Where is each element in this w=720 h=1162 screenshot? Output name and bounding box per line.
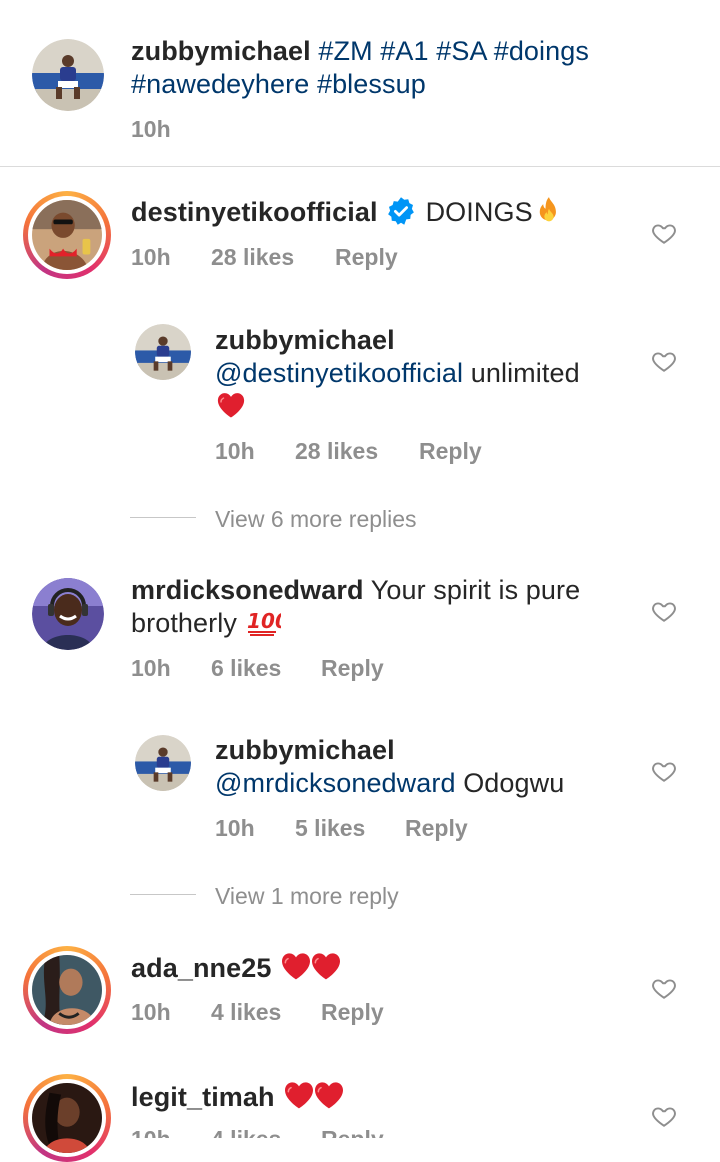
caption-time: 10h (131, 116, 171, 142)
hashtag[interactable]: #A1 (380, 36, 428, 66)
hashtag[interactable]: #nawedeyhere (131, 69, 309, 99)
comment-username[interactable]: ada_nne25 (131, 953, 271, 983)
caption-username[interactable]: zubbymichael (131, 36, 311, 66)
comment-text: legit_timah (131, 1079, 346, 1114)
reply-button[interactable]: Reply (321, 655, 384, 682)
likes-count[interactable]: 28 likes (295, 438, 378, 465)
comment-body: Your spirit is pure (370, 575, 581, 605)
avatar[interactable] (135, 735, 191, 791)
reply-body: Odogwu (463, 768, 565, 798)
avatar[interactable] (32, 39, 104, 111)
like-heart-icon[interactable] (651, 598, 677, 624)
comment-username[interactable]: mrdicksonedward (131, 575, 364, 605)
likes-count[interactable]: 4 likes (211, 1126, 281, 1138)
verified-badge-icon (387, 197, 414, 225)
comment-text: destinyetikoofficial DOINGS (131, 196, 563, 229)
reply-button[interactable]: Reply (321, 1126, 384, 1138)
divider (0, 166, 720, 167)
comment-meta: 10h 4 likes Reply (131, 1126, 531, 1138)
reply-button[interactable]: Reply (321, 999, 384, 1026)
svg-text:100: 100 (247, 609, 281, 633)
like-heart-icon[interactable] (651, 348, 677, 374)
comment-time: 10h (131, 244, 171, 270)
comment-text: mrdicksonedward Your spirit is pure brot… (131, 574, 631, 640)
reply-meta: 10h 28 likes Reply (215, 438, 615, 468)
avatar-photo-icon (32, 578, 104, 650)
avatar-story-ring[interactable] (23, 946, 111, 1034)
comment-body: DOINGS (425, 197, 533, 227)
reply-body: unlimited (470, 358, 580, 388)
comment-meta: 10h 4 likes Reply (131, 999, 531, 1029)
view-more-replies[interactable]: View 6 more replies (215, 506, 417, 533)
mention[interactable]: @mrdicksonedward (215, 768, 456, 798)
like-heart-icon[interactable] (651, 975, 677, 1001)
avatar-photo-icon (32, 955, 102, 1025)
comment-time: 10h (131, 1126, 171, 1138)
likes-count[interactable]: 4 likes (211, 999, 281, 1026)
comment-text: ada_nne25 (131, 950, 343, 985)
reply-text: zubbymichael @destinyetikoofficial unlim… (215, 324, 635, 423)
red-heart-emoji-icon (309, 950, 343, 982)
avatar[interactable] (32, 578, 104, 650)
fire-emoji-icon (539, 197, 556, 222)
mention[interactable]: @destinyetikoofficial (215, 358, 463, 388)
caption-text: zubbymichael #ZM #A1 #SA #doings #nawede… (131, 35, 691, 101)
red-heart-emoji-icon (279, 950, 313, 982)
reply-meta: 10h 5 likes Reply (215, 815, 615, 845)
hashtag[interactable]: #blessup (317, 69, 426, 99)
hashtag[interactable]: #ZM (318, 36, 372, 66)
comment-username[interactable]: legit_timah (131, 1082, 275, 1112)
reply-button[interactable]: Reply (405, 815, 468, 842)
avatar-story-ring[interactable] (23, 191, 111, 279)
red-heart-emoji-icon (282, 1079, 316, 1111)
reply-time: 10h (215, 438, 255, 464)
avatar-photo-icon (135, 324, 191, 380)
red-heart-emoji-icon (215, 390, 247, 420)
reply-username[interactable]: zubbymichael (215, 325, 395, 355)
reply-button[interactable]: Reply (335, 244, 398, 271)
hundred-points-emoji-icon: 100 (247, 609, 281, 636)
red-heart-emoji-icon (312, 1079, 346, 1111)
hashtag[interactable]: #SA (436, 36, 486, 66)
reply-button[interactable]: Reply (419, 438, 482, 465)
likes-count[interactable]: 5 likes (295, 815, 365, 842)
reply-text: zubbymichael @mrdicksonedward Odogwu (215, 734, 635, 800)
avatar-photo-icon (32, 1083, 102, 1153)
reply-username[interactable]: zubbymichael (215, 735, 395, 765)
view-replies-line (130, 894, 196, 895)
comment-body: brotherly (131, 608, 237, 638)
comment-username[interactable]: destinyetikoofficial (131, 197, 378, 227)
comment-meta: 10h 6 likes Reply (131, 655, 531, 685)
hashtag[interactable]: #doings (494, 36, 589, 66)
likes-count[interactable]: 6 likes (211, 655, 281, 682)
like-heart-icon[interactable] (651, 758, 677, 784)
comment-time: 10h (131, 999, 171, 1025)
view-replies-line (130, 517, 196, 518)
reply-time: 10h (215, 815, 255, 841)
avatar-photo-icon (135, 735, 191, 791)
likes-count[interactable]: 28 likes (211, 244, 294, 271)
avatar-photo-icon (32, 200, 102, 270)
avatar-story-ring[interactable] (23, 1074, 111, 1162)
avatar[interactable] (135, 324, 191, 380)
like-heart-icon[interactable] (651, 1103, 677, 1129)
comment-time: 10h (131, 655, 171, 681)
like-heart-icon[interactable] (651, 220, 677, 246)
avatar-photo-icon (32, 39, 104, 111)
view-more-replies[interactable]: View 1 more reply (215, 883, 399, 910)
comment-meta: 10h 28 likes Reply (131, 244, 531, 274)
